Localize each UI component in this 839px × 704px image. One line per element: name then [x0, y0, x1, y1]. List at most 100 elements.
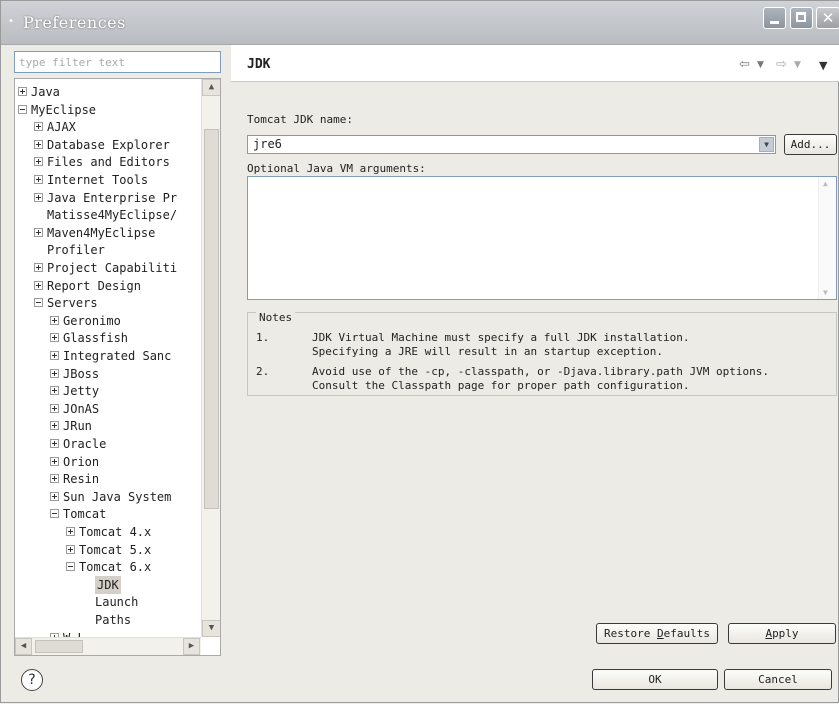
expand-icon[interactable]: [34, 122, 43, 132]
tree-node[interactable]: JDK: [15, 575, 201, 594]
expand-icon[interactable]: [50, 403, 59, 413]
expand-icon[interactable]: [34, 157, 43, 167]
scroll-left-arrow-icon[interactable]: ◀: [15, 638, 32, 655]
tree-node[interactable]: Orion: [15, 453, 201, 471]
tree-node[interactable]: Java Enterprise Pr: [15, 189, 201, 207]
expand-icon[interactable]: [50, 368, 59, 378]
page-title: JDK: [247, 57, 271, 72]
note-line: Specifying a JRE will result in an start…: [312, 345, 663, 358]
expand-icon[interactable]: [50, 439, 59, 448]
tree-node-label: JOnAS: [63, 401, 100, 416]
expand-icon[interactable]: [34, 175, 43, 184]
tree-node-label: Oracle: [63, 437, 107, 451]
add-jdk-button[interactable]: Add...: [784, 134, 837, 155]
minimize-button[interactable]: [763, 7, 786, 29]
tree-node[interactable]: Launch: [15, 593, 201, 611]
expand-icon[interactable]: [50, 351, 59, 360]
tree-node[interactable]: JBoss: [15, 365, 201, 383]
expand-icon[interactable]: [50, 474, 59, 484]
jdk-name-combo[interactable]: jre6 ▼: [247, 135, 776, 154]
tree-node[interactable]: Matisse4MyEclipse/: [15, 206, 201, 224]
tree-node[interactable]: AJAX: [15, 118, 201, 136]
forward-menu-icon[interactable]: ▼: [794, 60, 801, 70]
tree-node[interactable]: Internet Tools: [15, 171, 201, 189]
tree-node[interactable]: Integrated Sanc: [15, 347, 201, 365]
expand-icon[interactable]: [34, 192, 43, 202]
expand-icon[interactable]: [34, 280, 43, 290]
expand-icon[interactable]: [18, 87, 27, 96]
ok-button[interactable]: OK: [592, 669, 718, 690]
tree-node-label: Orion: [63, 454, 100, 469]
scroll-up-arrow-icon[interactable]: ▲: [202, 79, 220, 96]
tree-hscroll-thumb[interactable]: [35, 640, 83, 653]
tree-node-label: JBoss: [63, 366, 100, 381]
vm-args-textarea[interactable]: ▲ ▼: [247, 176, 837, 300]
chevron-down-icon[interactable]: ▼: [759, 137, 774, 152]
tree-node[interactable]: Java: [15, 83, 201, 101]
tree-node-label: Integrated Sanc: [63, 349, 172, 363]
forward-arrow-icon[interactable]: ⇨: [776, 57, 787, 72]
tree-node[interactable]: JOnAS: [15, 400, 201, 418]
filter-input[interactable]: type filter text: [14, 51, 221, 73]
tree-horizontal-scrollbar[interactable]: ◀ ▶: [15, 637, 201, 655]
expand-icon[interactable]: [50, 456, 59, 466]
tree-scroll-thumb[interactable]: [204, 129, 219, 509]
collapse-icon[interactable]: [50, 509, 59, 519]
tree-node[interactable]: Tomcat 6.x: [15, 558, 201, 576]
tree-node[interactable]: Paths: [15, 611, 201, 629]
tree-node[interactable]: Sun Java System: [15, 488, 201, 506]
tree-node[interactable]: Files and Editors: [15, 153, 201, 171]
tree-node-label: Sun Java System: [63, 489, 172, 504]
apply-button[interactable]: Apply: [728, 623, 836, 644]
expand-icon[interactable]: [50, 386, 59, 396]
expand-icon[interactable]: [50, 491, 59, 501]
expand-icon[interactable]: [34, 263, 43, 272]
back-arrow-icon[interactable]: ⇦: [739, 57, 750, 72]
expand-icon[interactable]: [50, 333, 59, 343]
title-bar[interactable]: • Preferences ✕: [1, 1, 839, 45]
expand-icon[interactable]: [34, 139, 43, 149]
collapse-icon[interactable]: [18, 104, 27, 114]
collapse-icon[interactable]: [66, 562, 75, 572]
tree-node[interactable]: MyEclipse: [15, 101, 201, 119]
cancel-button[interactable]: Cancel: [724, 669, 832, 690]
expand-icon[interactable]: [66, 544, 75, 554]
tree-node[interactable]: Tomcat 5.x: [15, 541, 201, 559]
tree-node-label: Files and Editors: [47, 155, 170, 170]
textarea-scroll-down-icon[interactable]: ▼: [823, 288, 828, 297]
tree-vertical-scrollbar[interactable]: ▲ ▼: [201, 79, 220, 637]
tree-node[interactable]: Tomcat: [15, 505, 201, 523]
tree-node[interactable]: Database Explorer: [15, 136, 201, 154]
expand-icon[interactable]: [66, 527, 75, 536]
tree-node[interactable]: Jetty: [15, 382, 201, 400]
tree-node[interactable]: Geronimo: [15, 312, 201, 330]
back-menu-icon[interactable]: ▼: [757, 60, 764, 70]
expand-icon[interactable]: [50, 315, 59, 325]
vm-args-scrollbar[interactable]: ▲ ▼: [818, 177, 836, 299]
close-button[interactable]: ✕: [816, 7, 839, 29]
scroll-right-arrow-icon[interactable]: ▶: [183, 638, 200, 655]
expand-icon[interactable]: [34, 227, 43, 237]
tree-node[interactable]: Tomcat 4.x: [15, 523, 201, 541]
tree-node[interactable]: Servers: [15, 294, 201, 312]
tree-node[interactable]: JRun: [15, 417, 201, 435]
tree-node[interactable]: Resin: [15, 470, 201, 488]
close-icon: ✕: [821, 9, 835, 27]
tree-node[interactable]: Oracle: [15, 435, 201, 453]
scroll-down-arrow-icon[interactable]: ▼: [202, 620, 220, 637]
tree-node[interactable]: Project Capabiliti: [15, 259, 201, 277]
tree-node[interactable]: Profiler: [15, 241, 201, 259]
note-line: JDK Virtual Machine must specify a full …: [312, 331, 690, 344]
help-icon[interactable]: ?: [21, 669, 43, 691]
expand-icon[interactable]: [50, 421, 59, 431]
tree-node-label: Project Capabiliti: [47, 261, 178, 275]
maximize-button[interactable]: [790, 7, 813, 29]
view-menu-icon[interactable]: ▼: [819, 59, 827, 72]
preferences-tree[interactable]: Java MyEclipse AJAX Database Explorer Files …: [14, 78, 221, 656]
tree-node[interactable]: Glassfish: [15, 329, 201, 347]
collapse-icon[interactable]: [34, 298, 43, 308]
tree-node[interactable]: Report Design: [15, 277, 201, 295]
textarea-scroll-up-icon[interactable]: ▲: [823, 179, 828, 188]
restore-defaults-button[interactable]: Restore Defaults: [596, 623, 718, 644]
tree-node[interactable]: Maven4MyEclipse: [15, 224, 201, 242]
